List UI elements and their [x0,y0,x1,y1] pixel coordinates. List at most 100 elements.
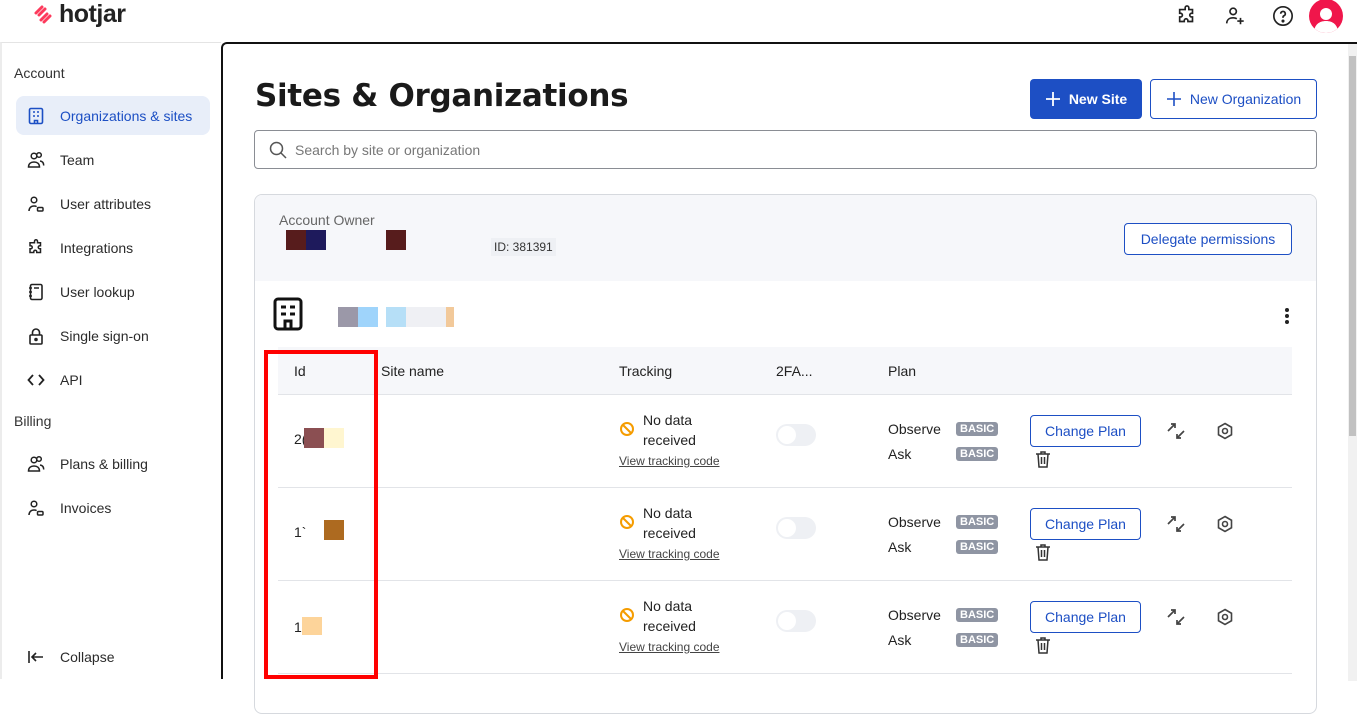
search-icon [269,141,287,159]
sidebar-item-label: Single sign-on [60,327,149,344]
sidebar-item-organizations-sites[interactable]: Organizations & sites [16,96,210,135]
scrollbar-thumb[interactable] [1349,56,1356,436]
change-plan-button[interactable]: Change Plan [1030,601,1141,633]
delegate-permissions-button[interactable]: Delegate permissions [1124,223,1292,255]
invite-user-button[interactable] [1211,0,1259,32]
sidebar: Account Organizations & sites Team User … [0,42,221,679]
transfer-site-button[interactable] [1164,605,1188,629]
plan-name: Ask [888,538,912,555]
tracking-status: No data received [619,596,696,636]
account-owner-label: Account Owner [279,212,375,228]
hotjar-logo[interactable]: hotjar [33,0,126,28]
help-icon [1273,6,1293,26]
integrations-button[interactable] [1163,0,1211,32]
notebook-icon [26,282,46,302]
sidebar-item-api[interactable]: API [16,360,210,399]
plus-icon [1166,92,1181,106]
new-site-label: New Site [1068,91,1128,107]
transfer-site-button[interactable] [1164,419,1188,443]
plan-tier-badge: BASIC [956,421,999,436]
building-icon [273,297,303,331]
account-header: Account Owner ID: 381391 Delegate permis… [255,195,1316,281]
site-id: 1` [294,524,307,540]
site-settings-button[interactable] [1213,605,1237,629]
transfer-arrows-icon [1167,516,1185,532]
2fa-toggle[interactable] [776,610,816,632]
column-header-site-name[interactable]: Site name [381,363,444,379]
page-title: Sites & Organizations [255,78,629,114]
delete-site-button[interactable] [1031,447,1055,471]
sidebar-section-billing: Billing [14,413,52,429]
plan-name: Ask [888,445,912,462]
plan-tier-badge: BASIC [956,514,999,529]
redacted-org-name [386,307,406,327]
change-plan-label: Change Plan [1045,609,1126,625]
table-row: 1` No data received View tracking code Ob… [278,488,1292,581]
plan-tier-badge: BASIC [956,632,999,647]
view-tracking-code-link[interactable]: View tracking code [619,640,720,654]
organization-menu-button[interactable] [1284,307,1290,330]
2fa-toggle[interactable] [776,517,816,539]
trash-icon [1036,637,1050,654]
vertical-scrollbar[interactable] [1348,44,1357,681]
column-header-2fa[interactable]: 2FA... [776,363,813,379]
user-avatar[interactable] [1309,0,1343,33]
trash-icon [1036,544,1050,561]
building-icon [26,106,46,126]
sidebar-item-user-attributes[interactable]: User attributes [16,184,210,223]
tracking-status-line2: received [643,618,696,634]
table-header: Id Site name Tracking 2FA... Plan [278,347,1292,395]
search-field[interactable] [254,130,1317,169]
search-input[interactable] [295,141,1195,158]
view-tracking-code-link[interactable]: View tracking code [619,454,720,468]
sidebar-item-plans-billing[interactable]: Plans & billing [16,444,210,483]
user-silhouette-icon [1314,8,1338,33]
view-tracking-code-link[interactable]: View tracking code [619,547,720,561]
change-plan-button[interactable]: Change Plan [1030,415,1141,447]
2fa-toggle[interactable] [776,424,816,446]
transfer-arrows-icon [1167,423,1185,439]
plan-tier-badge: BASIC [956,446,999,461]
column-header-id[interactable]: Id [294,363,306,379]
gear-icon [1217,515,1233,533]
collapse-sidebar-button[interactable]: Collapse [16,637,210,676]
tracking-status-line1: No data [643,412,693,428]
new-site-button[interactable]: New Site [1030,79,1142,119]
puzzle-icon [26,238,46,258]
help-button[interactable] [1259,0,1307,32]
new-organization-label: New Organization [1189,91,1302,107]
new-organization-button[interactable]: New Organization [1150,79,1317,119]
sidebar-item-invoices[interactable]: Invoices [16,488,210,527]
sidebar-item-single-sign-on[interactable]: Single sign-on [16,316,210,355]
sidebar-item-team[interactable]: Team [16,140,210,179]
delete-site-button[interactable] [1031,540,1055,564]
main-content: Sites & Organizations New Site New Organ… [221,42,1357,714]
sidebar-item-integrations[interactable]: Integrations [16,228,210,267]
sidebar-item-user-lookup[interactable]: User lookup [16,272,210,311]
kebab-menu-icon [1285,308,1289,324]
redacted-owner-name [286,230,306,250]
puzzle-icon [1178,5,1194,23]
collapse-label: Collapse [60,648,115,665]
site-settings-button[interactable] [1213,419,1237,443]
column-header-plan[interactable]: Plan [888,363,916,379]
column-header-tracking[interactable]: Tracking [619,363,672,379]
sidebar-section-account: Account [14,65,65,81]
transfer-site-button[interactable] [1164,512,1188,536]
sidebar-item-label: Plans & billing [60,455,148,472]
redacted-org-name [358,307,378,327]
change-plan-button[interactable]: Change Plan [1030,508,1141,540]
plus-icon [1045,92,1060,106]
plan-name: Observe [888,513,941,530]
sidebar-item-label: User attributes [60,195,152,212]
no-data-icon [620,608,634,622]
tracking-status-line1: No data [643,505,693,521]
sidebar-item-label: User lookup [60,283,135,300]
plan-list: Observe BASIC Ask BASIC [888,509,999,559]
redacted-org-name [446,307,454,327]
sidebar-item-label: Team [60,151,95,168]
site-settings-button[interactable] [1213,512,1237,536]
delete-site-button[interactable] [1031,633,1055,657]
user-attributes-icon [26,194,46,214]
plan-name: Ask [888,631,912,648]
